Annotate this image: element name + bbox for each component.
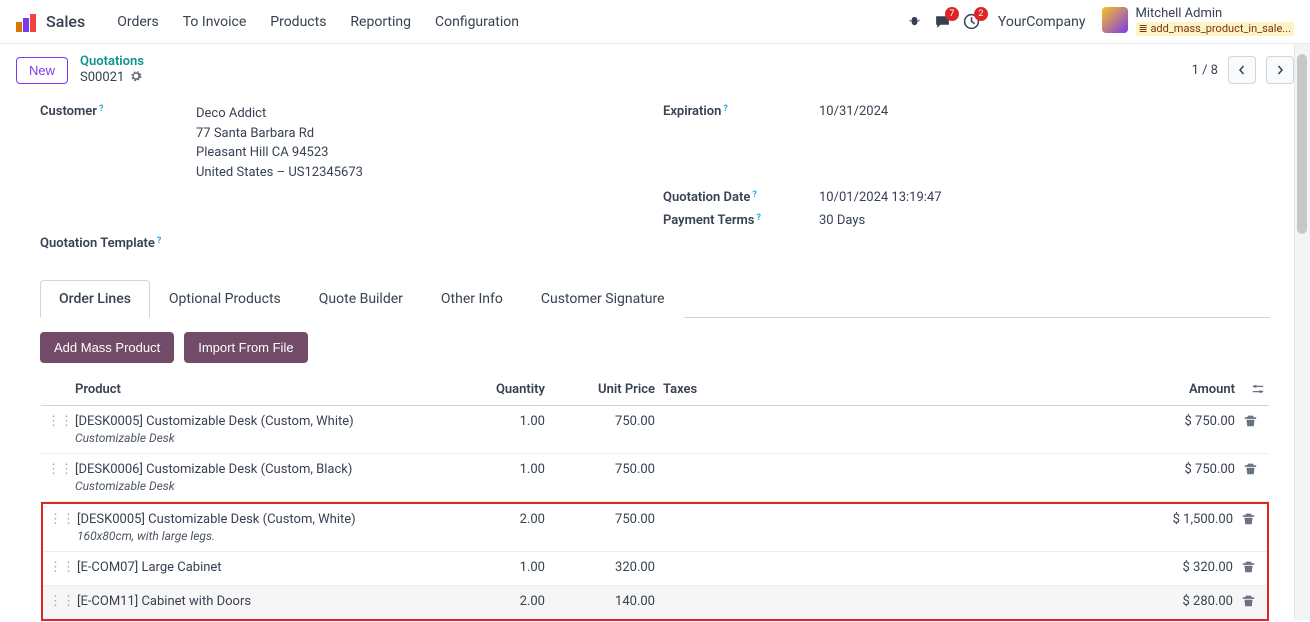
breadcrumb-current: S00021 <box>80 70 124 86</box>
delete-line-icon[interactable] <box>1235 414 1265 431</box>
column-settings-icon[interactable] <box>1235 382 1265 396</box>
user-file-indicator[interactable]: ≣ add_mass_product_in_sale... <box>1136 22 1295 36</box>
col-amount[interactable]: Amount <box>1125 382 1235 397</box>
help-icon[interactable]: ? <box>723 104 727 114</box>
user-name[interactable]: Mitchell Admin <box>1136 7 1295 21</box>
messages-badge: 7 <box>945 7 959 21</box>
delete-line-icon[interactable] <box>1233 594 1263 611</box>
value-template[interactable] <box>196 236 647 251</box>
help-icon[interactable]: ? <box>757 213 761 223</box>
bug-icon[interactable] <box>907 14 922 29</box>
line-qty[interactable]: 1.00 <box>445 414 545 429</box>
order-line-row[interactable]: ⋮⋮ [DESK0005] Customizable Desk (Custom,… <box>43 504 1267 552</box>
label-quote-date: Quotation Date? <box>663 190 803 205</box>
help-icon[interactable]: ? <box>752 190 756 200</box>
line-price[interactable]: 750.00 <box>545 462 655 477</box>
nav-to-invoice[interactable]: To Invoice <box>171 14 259 30</box>
breadcrumb-quotations[interactable]: Quotations <box>80 54 144 70</box>
pager-prev[interactable] <box>1228 56 1256 84</box>
label-customer: Customer? <box>40 104 180 182</box>
company-selector[interactable]: YourCompany <box>998 14 1086 30</box>
nav-reporting[interactable]: Reporting <box>338 14 423 30</box>
help-icon[interactable]: ? <box>157 236 161 246</box>
line-price[interactable]: 320.00 <box>545 560 655 575</box>
activities-badge: 2 <box>974 7 988 21</box>
activities-icon[interactable]: 2 <box>963 13 980 30</box>
label-expiration: Expiration? <box>663 104 803 182</box>
product-name[interactable]: [E-COM07] Large Cabinet <box>77 560 445 575</box>
new-button[interactable]: New <box>16 57 68 84</box>
product-desc: 160x80cm, with large legs. <box>77 529 445 543</box>
nav-products[interactable]: Products <box>258 14 338 30</box>
gear-icon[interactable] <box>130 70 142 87</box>
line-price[interactable]: 140.00 <box>545 594 655 609</box>
drag-handle-icon[interactable]: ⋮⋮ <box>47 512 77 527</box>
product-name[interactable]: [DESK0005] Customizable Desk (Custom, Wh… <box>77 512 445 527</box>
line-price[interactable]: 750.00 <box>545 512 655 527</box>
line-amount: $ 750.00 <box>1125 462 1235 477</box>
order-line-row[interactable]: ⋮⋮ [E-COM11] Cabinet with Doors 2.00 140… <box>43 586 1267 619</box>
line-qty[interactable]: 2.00 <box>445 512 545 527</box>
line-amount: $ 320.00 <box>1123 560 1233 575</box>
delete-line-icon[interactable] <box>1233 512 1263 529</box>
tab-other-info[interactable]: Other Info <box>422 280 522 318</box>
line-qty[interactable]: 1.00 <box>445 560 545 575</box>
tab-optional-products[interactable]: Optional Products <box>150 280 300 318</box>
product-name[interactable]: [DESK0006] Customizable Desk (Custom, Bl… <box>75 462 445 477</box>
tab-order-lines[interactable]: Order Lines <box>40 280 150 318</box>
value-quote-date[interactable]: 10/01/2024 13:19:47 <box>819 190 1270 205</box>
delete-line-icon[interactable] <box>1233 560 1263 577</box>
tab-customer-signature[interactable]: Customer Signature <box>522 280 684 318</box>
help-icon[interactable]: ? <box>99 104 103 114</box>
app-title[interactable]: Sales <box>46 12 85 31</box>
drag-handle-icon[interactable]: ⋮⋮ <box>47 560 77 575</box>
label-template: Quotation Template? <box>40 236 180 251</box>
messages-icon[interactable]: 7 <box>934 13 951 30</box>
value-terms[interactable]: 30 Days <box>819 213 1270 228</box>
import-from-file-button[interactable]: Import From File <box>184 332 307 363</box>
col-quantity[interactable]: Quantity <box>445 382 545 397</box>
line-amount: $ 1,500.00 <box>1123 512 1233 527</box>
drag-handle-icon[interactable]: ⋮⋮ <box>45 462 75 477</box>
customer-addr1: 77 Santa Barbara Rd <box>196 124 647 144</box>
col-product[interactable]: Product <box>75 382 445 397</box>
nav-configuration[interactable]: Configuration <box>423 14 531 30</box>
line-amount: $ 280.00 <box>1123 594 1233 609</box>
product-desc: Customizable Desk <box>75 479 445 493</box>
customer-addr3: United States – US12345673 <box>196 163 647 183</box>
label-terms: Payment Terms? <box>663 213 803 228</box>
drag-handle-icon[interactable]: ⋮⋮ <box>45 414 75 429</box>
highlighted-rows: ⋮⋮ [DESK0005] Customizable Desk (Custom,… <box>41 502 1269 621</box>
line-amount: $ 750.00 <box>1125 414 1235 429</box>
drag-handle-icon[interactable]: ⋮⋮ <box>47 594 77 609</box>
customer-name[interactable]: Deco Addict <box>196 104 647 124</box>
product-desc: Customizable Desk <box>75 431 445 445</box>
col-taxes[interactable]: Taxes <box>655 382 755 397</box>
product-name[interactable]: [E-COM11] Cabinet with Doors <box>77 594 445 609</box>
vertical-scrollbar[interactable] <box>1294 44 1310 620</box>
pager-next[interactable] <box>1266 56 1294 84</box>
product-name[interactable]: [DESK0005] Customizable Desk (Custom, Wh… <box>75 414 445 429</box>
nav-orders[interactable]: Orders <box>105 14 171 30</box>
pager-text[interactable]: 1 / 8 <box>1192 63 1218 78</box>
line-price[interactable]: 750.00 <box>545 414 655 429</box>
add-mass-product-button[interactable]: Add Mass Product <box>40 332 174 363</box>
value-expiration[interactable]: 10/31/2024 <box>819 104 1270 182</box>
order-line-row[interactable]: ⋮⋮ [DESK0006] Customizable Desk (Custom,… <box>41 454 1269 502</box>
line-qty[interactable]: 2.00 <box>445 594 545 609</box>
order-line-row[interactable]: ⋮⋮ [E-COM07] Large Cabinet 1.00 320.00 $… <box>43 552 1267 586</box>
app-logo[interactable] <box>16 12 36 32</box>
tab-quote-builder[interactable]: Quote Builder <box>300 280 422 318</box>
customer-addr2: Pleasant Hill CA 94523 <box>196 143 647 163</box>
delete-line-icon[interactable] <box>1235 462 1265 479</box>
order-line-row[interactable]: ⋮⋮ [DESK0005] Customizable Desk (Custom,… <box>41 406 1269 454</box>
line-qty[interactable]: 1.00 <box>445 462 545 477</box>
col-unit-price[interactable]: Unit Price <box>545 382 655 397</box>
avatar[interactable] <box>1102 7 1128 33</box>
